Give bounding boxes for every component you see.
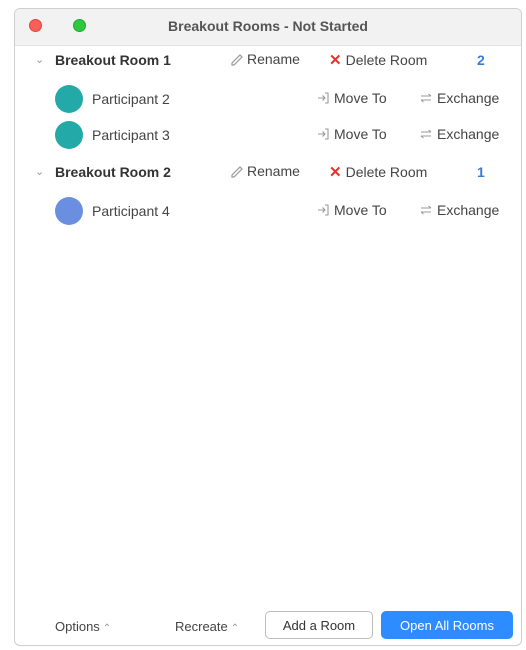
delete-room-label: Delete Room bbox=[345, 52, 428, 68]
chevron-down-icon[interactable]: ⌄ bbox=[35, 165, 44, 178]
avatar bbox=[55, 85, 83, 113]
participant-count: 2 bbox=[477, 52, 485, 68]
move-to-icon bbox=[318, 92, 329, 104]
exchange-label: Exchange bbox=[437, 202, 500, 218]
participant-name: Participant 4 bbox=[92, 203, 170, 219]
avatar bbox=[55, 197, 83, 225]
options-menu[interactable]: Options ⌃ bbox=[55, 619, 111, 634]
x-icon: ✕ bbox=[329, 164, 342, 181]
rename-button[interactable]: Rename bbox=[231, 51, 300, 67]
move-to-label: Move To bbox=[334, 202, 387, 218]
participant-name: Participant 2 bbox=[92, 91, 170, 107]
room-row-breakout-room-2[interactable]: ⌄ Breakout Room 2 Rename ✕ Delete Room 1 bbox=[15, 157, 521, 187]
participant-count: 1 bbox=[477, 164, 485, 180]
x-icon: ✕ bbox=[329, 52, 342, 69]
caret-up-icon: ⌃ bbox=[102, 623, 112, 634]
participant-row: Participant 2 Move To Exchange bbox=[15, 83, 521, 113]
participant-row: Participant 3 Move To Exchange bbox=[15, 119, 521, 149]
delete-room-button[interactable]: ✕ Delete Room bbox=[329, 163, 427, 181]
room-row-breakout-room-1[interactable]: ⌄ Breakout Room 1 Rename ✕ Delete Room 2 bbox=[15, 45, 521, 75]
move-to-button[interactable]: Move To bbox=[316, 126, 387, 142]
add-room-button[interactable]: Add a Room bbox=[265, 611, 373, 639]
participant-name: Participant 3 bbox=[92, 127, 170, 143]
exchange-button[interactable]: Exchange bbox=[419, 126, 499, 142]
delete-room-label: Delete Room bbox=[345, 164, 428, 180]
caret-up-icon: ⌃ bbox=[230, 623, 240, 634]
move-to-icon bbox=[318, 204, 329, 216]
exchange-icon bbox=[420, 205, 432, 215]
rename-button[interactable]: Rename bbox=[231, 163, 300, 179]
exchange-label: Exchange bbox=[437, 90, 500, 106]
exchange-button[interactable]: Exchange bbox=[419, 202, 499, 218]
exchange-icon bbox=[420, 93, 432, 103]
exchange-button[interactable]: Exchange bbox=[419, 90, 499, 106]
recreate-menu[interactable]: Recreate ⌃ bbox=[175, 619, 239, 634]
rename-label: Rename bbox=[247, 51, 300, 67]
window-title: Breakout Rooms - Not Started bbox=[168, 18, 368, 34]
move-to-button[interactable]: Move To bbox=[316, 202, 387, 218]
footer-bar: Options ⌃ Recreate ⌃ Add a Room Open All R… bbox=[15, 605, 521, 645]
move-to-label: Move To bbox=[334, 90, 387, 106]
recreate-label: Recreate bbox=[175, 619, 228, 634]
breakout-rooms-window: Breakout Rooms - Not Started ⌄ Breakout … bbox=[14, 8, 522, 646]
rename-label: Rename bbox=[247, 163, 300, 179]
chevron-down-icon[interactable]: ⌄ bbox=[35, 53, 44, 66]
options-label: Options bbox=[55, 619, 100, 634]
pencil-icon bbox=[231, 166, 243, 178]
room-name: Breakout Room 2 bbox=[55, 164, 171, 180]
move-to-button[interactable]: Move To bbox=[316, 90, 387, 106]
avatar bbox=[55, 121, 83, 149]
participant-row: Participant 4 Move To Exchange bbox=[15, 195, 521, 225]
room-name: Breakout Room 1 bbox=[55, 52, 171, 68]
open-all-rooms-button[interactable]: Open All Rooms bbox=[381, 611, 513, 639]
exchange-icon bbox=[420, 129, 432, 139]
delete-room-button[interactable]: ✕ Delete Room bbox=[329, 51, 427, 69]
exchange-label: Exchange bbox=[437, 126, 500, 142]
title-bar: Breakout Rooms - Not Started bbox=[15, 9, 521, 46]
move-to-label: Move To bbox=[334, 126, 387, 142]
pencil-icon bbox=[231, 54, 243, 66]
move-to-icon bbox=[318, 128, 329, 140]
